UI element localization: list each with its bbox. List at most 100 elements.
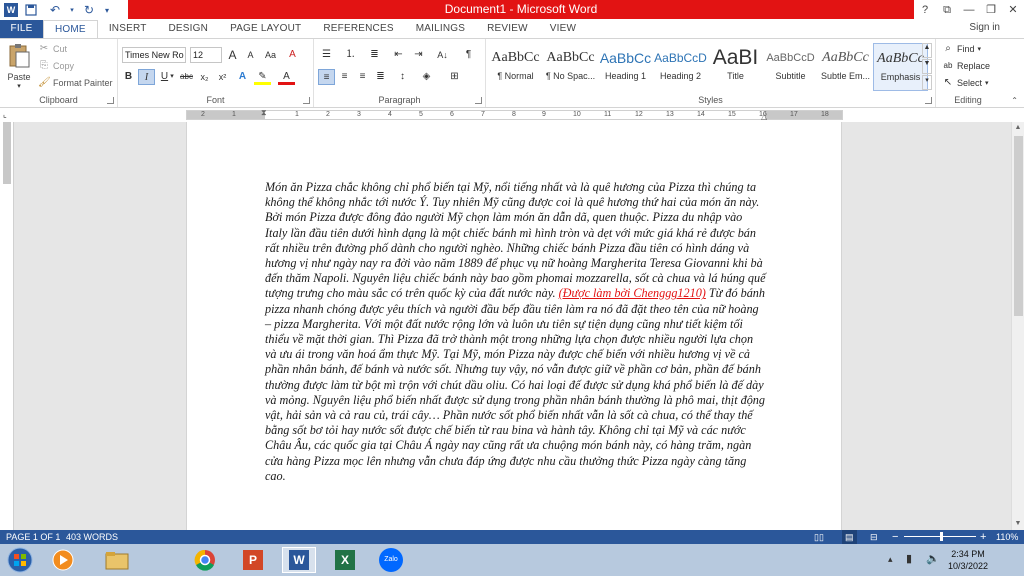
styles-launcher-icon[interactable] [925, 97, 932, 104]
find-button[interactable]: ⌕ Find ▾ [942, 43, 981, 55]
style-normal[interactable]: AaBbCc ¶ Normal [488, 43, 543, 91]
subscript-button[interactable]: x₂ [196, 69, 213, 85]
italic-button[interactable]: I [138, 69, 155, 85]
taskbar-clock[interactable]: 2:34 PM 10/3/2022 [948, 548, 988, 572]
align-center-button[interactable]: ≡ [336, 69, 353, 85]
word-icon[interactable]: W [282, 547, 316, 573]
cut-button[interactable]: ✂ Cut [38, 43, 67, 55]
change-case-button[interactable]: Aa [262, 47, 279, 63]
tab-view[interactable]: VIEW [539, 20, 587, 38]
decrease-indent-button[interactable]: ⇤ [390, 47, 407, 63]
paste-dropdown-icon[interactable]: ▾ [4, 82, 34, 90]
customize-qat-icon[interactable]: ▾ [102, 1, 112, 19]
ribbon-display-options-button[interactable]: ⧉ [936, 0, 958, 20]
multilevel-list-button[interactable]: ≣ [366, 47, 383, 63]
font-color-button[interactable]: A [278, 69, 295, 85]
replace-button[interactable]: ab Replace [942, 60, 990, 72]
increase-indent-button[interactable]: ⇥ [410, 47, 427, 63]
collapse-ribbon-icon[interactable]: ⌃ [1011, 96, 1018, 105]
powerpoint-icon[interactable]: P [236, 547, 270, 573]
bullets-button[interactable]: ☰ [318, 47, 335, 63]
print-layout-icon[interactable]: ▤ [842, 530, 857, 544]
volume-icon[interactable]: 🔈 [926, 552, 940, 565]
numbering-button[interactable]: ⒈ [342, 47, 359, 63]
select-button[interactable]: ↖ Select ▾ [942, 77, 989, 89]
horizontal-ruler[interactable]: ⌞ ⧗ △ 2 1 1 2 3 4 5 6 7 8 9 10 11 12 13 … [0, 108, 1024, 122]
styles-scroll-up-icon[interactable]: ▲ [922, 43, 932, 58]
styles-scroll-down-icon[interactable]: ▼ [922, 59, 932, 74]
zoom-slider-thumb[interactable] [940, 532, 943, 541]
shading-button[interactable]: ◈ [418, 69, 435, 85]
paragraph-launcher-icon[interactable] [475, 97, 482, 104]
media-player-icon[interactable] [46, 547, 80, 573]
undo-dropdown-icon[interactable]: ▾ [68, 1, 76, 19]
text-effects-button[interactable]: A [234, 69, 251, 85]
style-heading-1[interactable]: AaBbCc Heading 1 [598, 43, 653, 91]
zalo-icon[interactable]: Zalo [374, 547, 408, 573]
bold-button[interactable]: B [120, 69, 137, 85]
style-subtitle[interactable]: AaBbCcD Subtitle [763, 43, 818, 91]
align-left-button[interactable]: ≡ [318, 69, 335, 85]
line-spacing-button[interactable]: ↕ [394, 69, 411, 85]
word-app-icon[interactable]: W [4, 3, 18, 17]
tab-review[interactable]: REVIEW [476, 20, 539, 38]
tab-selector-icon[interactable]: ⌞ [3, 110, 13, 120]
sort-button[interactable]: A↓ [434, 47, 451, 63]
zoom-level[interactable]: 110% [996, 530, 1018, 544]
undo-icon[interactable]: ↶ [44, 1, 66, 19]
tab-insert[interactable]: INSERT [98, 20, 158, 38]
tab-page-layout[interactable]: PAGE LAYOUT [219, 20, 312, 38]
page-count[interactable]: PAGE 1 OF 1 [6, 530, 60, 544]
indent-marker-icon[interactable]: ⧗ [261, 108, 267, 118]
font-launcher-icon[interactable] [303, 97, 310, 104]
font-size-box[interactable]: 12 [190, 47, 222, 63]
justify-button[interactable]: ≣ [372, 69, 389, 85]
file-explorer-icon[interactable] [100, 547, 134, 573]
tab-home[interactable]: HOME [43, 19, 98, 39]
show-formatting-button[interactable]: ¶ [460, 47, 477, 63]
save-icon[interactable] [20, 1, 42, 19]
underline-dropdown-icon[interactable]: ▾ [168, 69, 176, 85]
show-desktop-button[interactable] [1014, 544, 1024, 576]
superscript-button[interactable]: x² [214, 69, 231, 85]
zoom-out-button[interactable]: − [892, 530, 898, 544]
strikethrough-button[interactable]: abc [178, 69, 195, 85]
restore-button[interactable]: ❐ [980, 0, 1002, 20]
font-name-box[interactable]: Times New Ro [122, 47, 186, 63]
sign-in-link[interactable]: Sign in [969, 22, 1000, 33]
styles-more-icon[interactable]: ▾ [922, 75, 932, 90]
network-icon[interactable]: ▮ [906, 552, 912, 565]
document-body[interactable]: Món ăn Pizza chắc không chỉ phổ biến tại… [265, 180, 767, 484]
format-painter-button[interactable]: 🖌 Format Painter [38, 77, 113, 89]
windows-start-icon[interactable] [4, 547, 36, 573]
tab-references[interactable]: REFERENCES [312, 20, 404, 38]
zoom-in-button[interactable]: + [980, 530, 986, 544]
highlight-color-button[interactable]: ✎ [254, 69, 271, 85]
word-count[interactable]: 403 WORDS [66, 530, 118, 544]
tab-file[interactable]: FILE [0, 20, 43, 38]
align-right-button[interactable]: ≡ [354, 69, 371, 85]
redo-icon[interactable]: ↻ [78, 1, 100, 19]
tray-up-arrow-icon[interactable]: ▴ [888, 554, 893, 565]
scroll-up-icon[interactable]: ▲ [1012, 122, 1024, 134]
vertical-scrollbar[interactable]: ▲ ▼ [1011, 122, 1024, 530]
excel-icon[interactable]: X [328, 547, 362, 573]
read-mode-icon[interactable]: ▯▯ [814, 530, 824, 544]
tab-design[interactable]: DESIGN [158, 20, 220, 38]
borders-button[interactable]: ⊞ [446, 69, 463, 85]
chrome-icon[interactable] [188, 547, 222, 573]
clear-formatting-button[interactable]: A [284, 47, 301, 63]
close-button[interactable]: ✕ [1002, 0, 1024, 20]
web-layout-icon[interactable]: ⊟ [870, 530, 878, 544]
scroll-down-icon[interactable]: ▼ [1012, 518, 1024, 530]
document-canvas[interactable]: Món ăn Pizza chắc không chỉ phổ biến tại… [14, 122, 1011, 530]
help-button[interactable]: ? [914, 0, 936, 20]
style-subtle-emphasis[interactable]: AaBbCc Subtle Em... [818, 43, 873, 91]
zoom-slider[interactable] [904, 532, 976, 541]
minimize-button[interactable]: — [958, 0, 980, 20]
tab-mailings[interactable]: MAILINGS [405, 20, 476, 38]
clipboard-launcher-icon[interactable] [107, 97, 114, 104]
vertical-ruler[interactable] [0, 122, 14, 530]
copy-button[interactable]: ⎘ Copy [38, 60, 74, 72]
style-heading-2[interactable]: AaBbCcD Heading 2 [653, 43, 708, 91]
